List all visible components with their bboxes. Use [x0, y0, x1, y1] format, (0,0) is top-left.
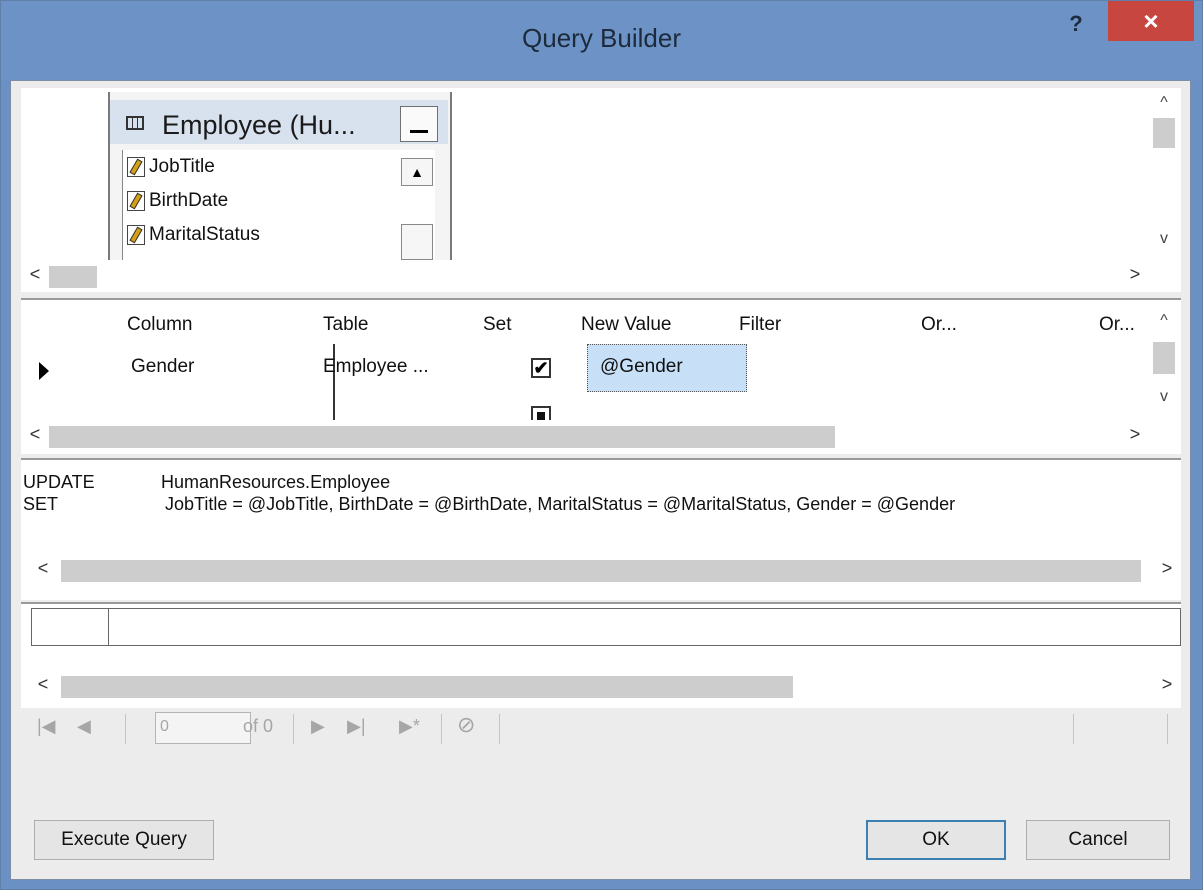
next-record-icon[interactable]: ▶ — [311, 716, 325, 737]
separator — [1073, 714, 1074, 744]
record-position-input[interactable]: 0 — [155, 712, 251, 744]
column-header-table[interactable]: Table — [323, 314, 368, 336]
pencil-icon — [127, 156, 145, 177]
sql-keyword-update: UPDATE — [23, 472, 95, 492]
ok-button[interactable]: OK — [866, 820, 1006, 860]
scroll-left-arrow[interactable]: < — [23, 264, 47, 285]
sql-update-target: HumanResources.Employee — [161, 472, 391, 492]
column-header-new-value[interactable]: New Value — [581, 314, 671, 336]
table-name: Employee (Hu... — [162, 110, 356, 140]
scroll-up-arrow[interactable]: ^ — [1151, 94, 1177, 112]
pencil-icon — [127, 190, 145, 211]
close-button[interactable]: × — [1108, 1, 1194, 41]
pencil-icon — [127, 224, 145, 245]
help-button[interactable]: ? — [1061, 11, 1091, 37]
previous-record-icon[interactable]: ◀ — [77, 716, 91, 737]
minimize-icon — [410, 130, 428, 133]
record-navigator: |◀ ◀ 0 of 0 ▶ ▶| ▶* ⊘ — [21, 706, 1181, 746]
sql-pane[interactable]: UPDATE HumanResources.Employee SET JobTi… — [21, 458, 1181, 600]
cancel-query-icon[interactable]: ⊘ — [457, 712, 475, 738]
field-item-maritalstatus[interactable]: MaritalStatus — [127, 224, 260, 252]
field-item-jobtitle[interactable]: JobTitle — [127, 156, 215, 184]
scroll-down-arrow[interactable]: v — [1151, 388, 1177, 406]
scroll-right-arrow[interactable]: > — [1123, 424, 1147, 445]
scroll-right-arrow[interactable]: > — [1123, 264, 1147, 285]
field-scroll-up-arrow[interactable]: ▲ — [401, 158, 433, 186]
scroll-thumb[interactable] — [1153, 342, 1175, 374]
scroll-thumb[interactable] — [61, 560, 1141, 582]
cell-new-value[interactable]: @Gender — [587, 344, 747, 392]
separator — [441, 714, 442, 744]
field-item-birthdate[interactable]: BirthDate — [127, 190, 228, 218]
column-header-filter[interactable]: Filter — [739, 314, 781, 336]
scroll-thumb[interactable] — [61, 676, 793, 698]
diagram-horizontal-scrollbar[interactable]: < > — [21, 260, 1151, 292]
scroll-thumb[interactable] — [1153, 118, 1175, 148]
grid-vertical-scrollbar[interactable]: ^ v — [1151, 308, 1177, 420]
results-header-row — [31, 608, 1181, 646]
scroll-thumb[interactable] — [49, 426, 835, 448]
scroll-left-arrow[interactable]: < — [23, 424, 47, 445]
execute-query-button[interactable]: Execute Query — [34, 820, 214, 860]
table-header[interactable]: Employee (Hu... — [110, 100, 448, 144]
cell-column[interactable]: Gender — [131, 356, 194, 378]
last-record-icon[interactable]: ▶| — [347, 716, 366, 737]
window-title: Query Builder — [522, 23, 681, 53]
scroll-left-arrow[interactable]: < — [31, 674, 55, 695]
column-header-or[interactable]: Or... — [921, 314, 957, 336]
record-count-label: of 0 — [243, 716, 274, 736]
set-checkbox[interactable]: ✔ — [531, 358, 551, 378]
field-scroll-thumb[interactable] — [401, 224, 433, 260]
employee-table-widget[interactable]: Employee (Hu... JobTitle BirthDate Marit… — [108, 92, 452, 260]
first-record-icon[interactable]: |◀ — [37, 716, 56, 737]
current-row-indicator-icon — [39, 362, 49, 380]
scroll-up-arrow[interactable]: ^ — [1151, 312, 1177, 330]
column-header-or[interactable]: Or... — [1099, 314, 1135, 336]
field-label: JobTitle — [149, 156, 215, 177]
table-grid-icon — [126, 116, 144, 130]
scroll-left-arrow[interactable]: < — [31, 558, 55, 579]
title-bar: Query Builder ? × — [1, 1, 1202, 81]
criteria-grid-pane: Column Table Set New Value Filter Or... … — [21, 298, 1181, 454]
separator — [499, 714, 500, 744]
column-header-set[interactable]: Set — [483, 314, 512, 336]
new-record-icon[interactable]: ▶* — [399, 716, 420, 737]
results-horizontal-scrollbar[interactable]: < > — [21, 670, 1181, 702]
scroll-right-arrow[interactable]: > — [1155, 674, 1179, 695]
row-selector-cell[interactable] — [32, 609, 109, 645]
scroll-right-arrow[interactable]: > — [1155, 558, 1179, 579]
sql-keyword-set: SET — [23, 494, 59, 514]
results-pane[interactable]: < > — [21, 602, 1181, 708]
cell-table[interactable]: Employee ... — [323, 356, 429, 378]
scroll-down-arrow[interactable]: v — [1151, 230, 1177, 248]
checkbox-fill — [537, 412, 545, 420]
cancel-button[interactable]: Cancel — [1026, 820, 1170, 860]
field-label: MaritalStatus — [149, 224, 260, 245]
field-list[interactable]: JobTitle BirthDate MaritalStatus ▲ — [122, 150, 435, 260]
minimize-table-button[interactable] — [400, 106, 438, 142]
grid-horizontal-scrollbar[interactable]: < > — [21, 420, 1151, 452]
separator — [1167, 714, 1168, 744]
sql-horizontal-scrollbar[interactable]: < > — [21, 554, 1181, 586]
separator — [293, 714, 294, 744]
diagram-vertical-scrollbar[interactable]: ^ v — [1151, 88, 1177, 266]
separator — [125, 714, 126, 744]
column-header-column[interactable]: Column — [127, 314, 192, 336]
field-label: BirthDate — [149, 190, 229, 211]
scroll-thumb[interactable] — [49, 266, 97, 288]
sql-set-clause: JobTitle = @JobTitle, BirthDate = @Birth… — [165, 494, 956, 514]
